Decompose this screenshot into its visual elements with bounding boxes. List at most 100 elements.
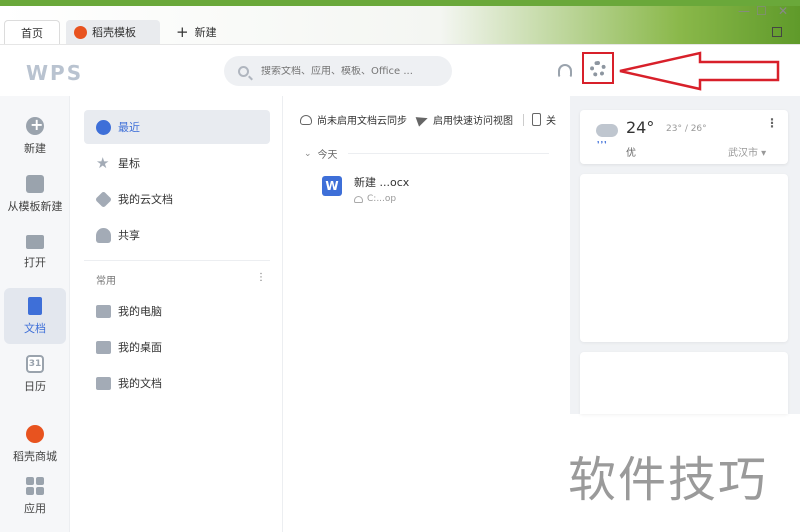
- rail-label: 应用: [24, 501, 46, 515]
- dual-screen-icon[interactable]: [772, 27, 782, 37]
- tab-new-label: 新建: [194, 26, 217, 39]
- search-icon: [238, 65, 249, 77]
- nav-item-cloud-docs[interactable]: 我的云文档: [84, 182, 270, 216]
- widget-card: [580, 174, 788, 342]
- rail-item-apps[interactable]: 应用: [4, 468, 66, 524]
- weather-range: 23° / 26°: [666, 124, 707, 134]
- docer-logo-icon: [74, 25, 87, 39]
- main-content: 尚未启用文档云同步 启用快速访问视图 关 ⌄ 今天 W 新建 ...ocx C:.…: [284, 96, 570, 532]
- weather-card[interactable]: ❜❜❜ 24° 23° / 26° 优 武汉市 ▾ ⋮: [580, 110, 788, 164]
- gear-icon[interactable]: [590, 61, 606, 77]
- title-strip: [0, 0, 800, 6]
- nav-item-label: 星标: [118, 157, 140, 170]
- nav-item-label: 我的电脑: [118, 305, 162, 318]
- file-text: 新建 ...ocx C:...op: [354, 170, 409, 204]
- nav-item-starred[interactable]: ★ 星标: [84, 146, 270, 180]
- close-icon[interactable]: ✕: [778, 4, 788, 18]
- minimize-icon[interactable]: —: [738, 4, 750, 18]
- weather-temperature: 24°: [626, 118, 655, 137]
- rail-item-new[interactable]: 新建: [4, 108, 66, 164]
- quick-view-label: 启用快速访问视图: [433, 116, 513, 127]
- widget-card: [580, 352, 788, 414]
- watermark-text: 软件技巧: [568, 452, 769, 508]
- search-box[interactable]: [224, 56, 452, 86]
- file-path: C:...op: [367, 194, 397, 204]
- nav-item-my-desktop[interactable]: 我的桌面: [84, 330, 270, 364]
- quick-view-button[interactable]: 启用快速访问视图: [415, 112, 513, 127]
- nav-item-recent[interactable]: 最近: [84, 110, 270, 144]
- nav-item-my-documents[interactable]: 我的文档: [84, 366, 270, 400]
- nav-item-my-computer[interactable]: 我的电脑: [84, 294, 270, 328]
- cloud-rain-icon: [596, 124, 618, 137]
- nav-panel: 最近 ★ 星标 我的云文档 共享 常用 ⋮ 我的电脑 我的桌面 我的文档: [71, 96, 283, 532]
- apps-grid-icon: [26, 476, 44, 495]
- cloud-doc-icon: [95, 190, 112, 208]
- rail-label: 从模板新建: [7, 199, 63, 213]
- group-divider: [347, 153, 549, 154]
- section-label: 常用: [96, 276, 116, 287]
- docer-mall-icon: [26, 424, 44, 443]
- nav-item-shared[interactable]: 共享: [84, 218, 270, 252]
- star-icon: ★: [96, 153, 110, 172]
- tab-new[interactable]: + 新建: [170, 20, 230, 44]
- left-rail: 新建 从模板新建 打开 文档 31 日历 稻壳商城 应用: [0, 96, 70, 532]
- chevron-down-icon: ⌄: [304, 148, 312, 159]
- rail-item-open[interactable]: 打开: [4, 224, 66, 280]
- nav-item-label: 我的云文档: [118, 193, 173, 206]
- clock-icon: [96, 119, 111, 135]
- rail-item-calendar[interactable]: 31 日历: [4, 346, 66, 402]
- section-more-icon[interactable]: ⋮: [256, 272, 266, 287]
- plus-icon: +: [176, 23, 189, 41]
- city-selector[interactable]: 武汉市 ▾: [728, 144, 766, 159]
- cloud-sync-label: 尚未启用文档云同步: [317, 116, 407, 127]
- mobile-label: 关: [546, 116, 556, 127]
- annotation-arrow: [619, 51, 780, 91]
- file-row[interactable]: W 新建 ...ocx C:...op: [314, 170, 554, 210]
- group-label: 今天: [317, 150, 338, 161]
- right-panel: ❜❜❜ 24° 23° / 26° 优 武汉市 ▾ ⋮: [570, 96, 800, 414]
- desktop-icon: [96, 340, 111, 354]
- cloud-icon: [300, 114, 312, 125]
- nav-item-label: 共享: [118, 229, 140, 242]
- tab-home-label: 首页: [21, 26, 43, 40]
- tab-docer-template[interactable]: 稻壳模板: [66, 20, 160, 44]
- rail-item-from-template[interactable]: 从模板新建: [4, 166, 66, 222]
- mobile-button[interactable]: 关: [532, 112, 556, 127]
- tab-docer-template-label: 稻壳模板: [92, 26, 136, 39]
- folder-icon: [26, 234, 44, 249]
- file-location: C:...op: [354, 194, 409, 204]
- title-bar: 首页 稻壳模板 + 新建 — ☐ ✕: [0, 0, 800, 44]
- toolbar-divider: [523, 113, 524, 126]
- search-input[interactable]: [261, 65, 431, 77]
- rail-label: 打开: [24, 255, 46, 269]
- nav-item-label: 最近: [118, 121, 140, 134]
- rail-item-docer-mall[interactable]: 稻壳商城: [4, 416, 66, 472]
- cloud-status-icon: [354, 195, 363, 203]
- calendar-icon: 31: [26, 354, 44, 373]
- headset-icon[interactable]: [558, 64, 572, 78]
- tab-home[interactable]: 首页: [4, 20, 60, 44]
- rail-label: 新建: [24, 141, 46, 155]
- rail-label: 文档: [24, 321, 46, 335]
- maximize-icon[interactable]: ☐: [756, 4, 767, 18]
- file-name: 新建 ...ocx: [354, 176, 410, 189]
- weather-more-icon[interactable]: ⋮: [766, 116, 778, 130]
- phone-icon: [532, 113, 541, 126]
- rail-label: 稻壳商城: [13, 449, 57, 463]
- group-today[interactable]: ⌄ 今天: [304, 146, 549, 161]
- document-icon: [28, 296, 42, 315]
- plus-circle-icon: [26, 115, 44, 135]
- template-icon: [26, 174, 44, 193]
- rail-item-documents[interactable]: 文档: [4, 288, 66, 344]
- nav-divider: [84, 260, 270, 261]
- main-toolbar: 尚未启用文档云同步 启用快速访问视图 关: [300, 112, 570, 127]
- nav-section-common: 常用 ⋮: [96, 272, 266, 287]
- nav-item-label: 我的桌面: [118, 341, 162, 354]
- share-users-icon: [96, 227, 111, 243]
- send-icon: [415, 112, 430, 127]
- wps-logo: WPS: [26, 61, 84, 85]
- nav-item-label: 我的文档: [118, 377, 162, 390]
- folder-docs-icon: [96, 376, 111, 390]
- cloud-sync-button[interactable]: 尚未启用文档云同步: [300, 112, 407, 127]
- word-file-icon: W: [322, 176, 342, 196]
